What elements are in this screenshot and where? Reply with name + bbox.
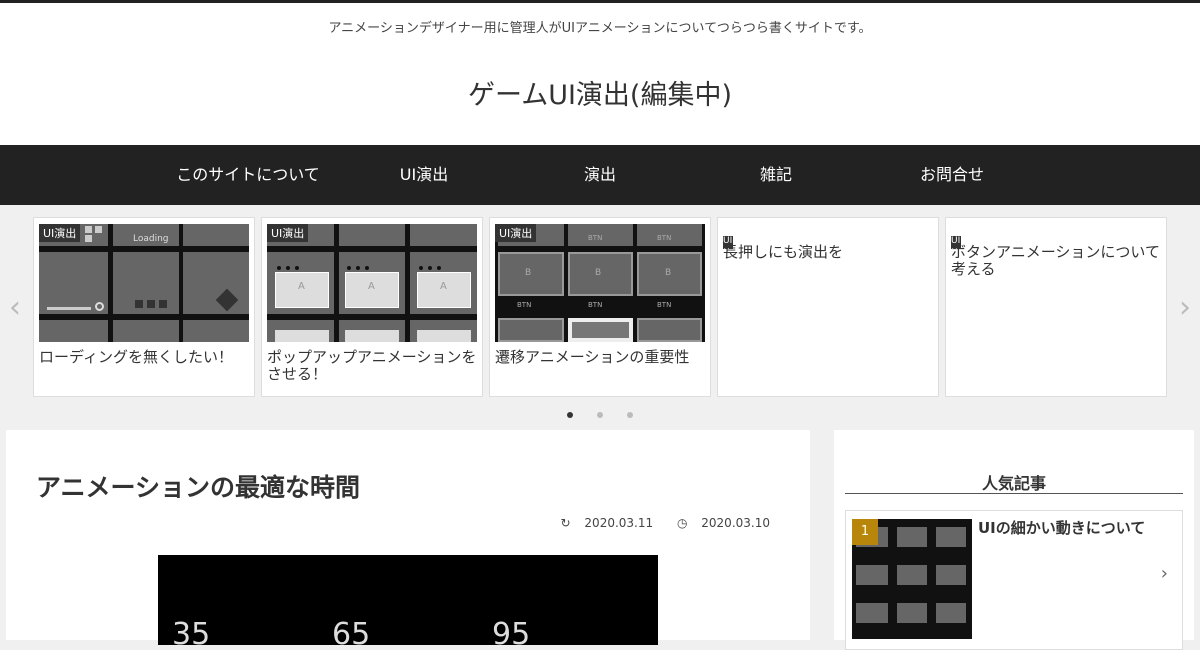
thumb-label: A — [440, 281, 447, 292]
nav-item-about[interactable]: このサイトについて — [160, 145, 336, 205]
site-header: アニメーションデザイナー用に管理人がUIアニメーションについてつらつら書くサイト… — [0, 3, 1200, 145]
category-label: UI演出 — [495, 224, 537, 242]
category-label: UI演出 — [39, 224, 81, 242]
category-label: UI演出 — [951, 236, 961, 249]
carousel-card-popup[interactable]: UI演出 A A A ポップアップアニメーションをさせる！ — [261, 217, 483, 397]
thumb-label: BTN — [657, 301, 672, 309]
nav-item-effects[interactable]: 演出 — [512, 145, 688, 205]
thumb-label: A — [298, 281, 305, 292]
chevron-right-icon: › — [1160, 563, 1168, 584]
updated-date: ↻ 2020.03.11 — [560, 516, 654, 530]
thumb-label: BTN — [657, 234, 672, 242]
nav-item-misc[interactable]: 雑記 — [688, 145, 864, 205]
carousel-dot-2[interactable] — [597, 412, 603, 418]
popular-post-item[interactable]: 1 UIの細かい動きについて › — [845, 510, 1183, 650]
category-label: UI演出 — [723, 236, 733, 249]
thumb-label: BTN — [588, 301, 603, 309]
thumb-label: B — [665, 268, 672, 278]
nav-item-ui-effects[interactable]: UI演出 — [336, 145, 512, 205]
rank-badge: 1 — [852, 519, 878, 545]
carousel-dot-3[interactable] — [627, 412, 633, 418]
carousel-dot-1[interactable] — [567, 412, 573, 418]
main-content: アニメーションの最適な時間 ↻ 2020.03.11 ◷ 2020.03.10 … — [6, 430, 810, 645]
post-hero-image: 35 65 95 — [158, 555, 658, 645]
global-nav: このサイトについて UI演出 演出 雑記 お問合せ — [0, 145, 1200, 205]
carousel-card-long-press[interactable]: UI演出 長押しにも演出を — [717, 217, 939, 397]
refresh-icon: ↻ — [560, 516, 571, 530]
card-title: ローディングを無くしたい！ — [39, 348, 233, 366]
site-tagline: アニメーションデザイナー用に管理人がUIアニメーションについてつらつら書くサイト… — [328, 21, 872, 36]
popular-post-title: UIの細かい動きについて — [978, 519, 1146, 537]
card-title: 長押しにも演出を — [723, 243, 844, 261]
loading-text: Loading — [133, 234, 169, 244]
featured-carousel: ‹ › UI演出 Loading ローディングを無くしたい！ UI演出 A A … — [0, 215, 1200, 407]
hero-number: 95 — [492, 617, 531, 645]
chevron-right-icon[interactable]: › — [1170, 293, 1200, 323]
thumb-label: B — [525, 268, 532, 278]
published-date: ◷ 2020.03.10 — [676, 516, 770, 530]
card-thumbnail: UI演出 A A A — [267, 224, 477, 342]
thumb-label: BTN — [588, 234, 603, 242]
card-thumbnail: UI演出 B B B BTN BTN BTN BTN BTN BTN — [495, 224, 705, 342]
card-title: ポップアップアニメーションをさせる！ — [267, 348, 477, 383]
nav-item-contact[interactable]: お問合せ — [864, 145, 1040, 205]
hero-number: 35 — [172, 617, 211, 645]
carousel-card-button-anim[interactable]: UI演出 ボタンアニメーションについて考える — [945, 217, 1167, 397]
hero-number: 65 — [332, 617, 371, 645]
site-title[interactable]: ゲームUI演出(編集中) — [0, 73, 1200, 112]
card-thumbnail: UI演出 Loading — [39, 224, 249, 342]
category-label: UI演出 — [267, 224, 309, 242]
popular-posts-title: 人気記事 — [845, 470, 1183, 494]
thumb-label: B — [595, 268, 602, 278]
card-title: 遷移アニメーションの重要性 — [495, 348, 690, 366]
popular-post-thumbnail: 1 — [852, 519, 972, 639]
carousel-card-transition[interactable]: UI演出 B B B BTN BTN BTN BTN BTN BTN 遷移アニメ… — [489, 217, 711, 397]
post-title: アニメーションの最適な時間 — [36, 473, 361, 502]
card-title: ボタンアニメーションについて考える — [951, 243, 1160, 278]
thumb-label: BTN — [517, 301, 532, 309]
thumb-label: A — [368, 281, 375, 292]
chevron-left-icon[interactable]: ‹ — [0, 293, 30, 323]
carousel-card-loading[interactable]: UI演出 Loading ローディングを無くしたい！ — [33, 217, 255, 397]
clock-icon: ◷ — [676, 516, 688, 530]
post-dates: ↻ 2020.03.11 ◷ 2020.03.10 — [541, 516, 770, 530]
sidebar: 人気記事 1 UIの細かい動きについて › — [834, 430, 1194, 650]
